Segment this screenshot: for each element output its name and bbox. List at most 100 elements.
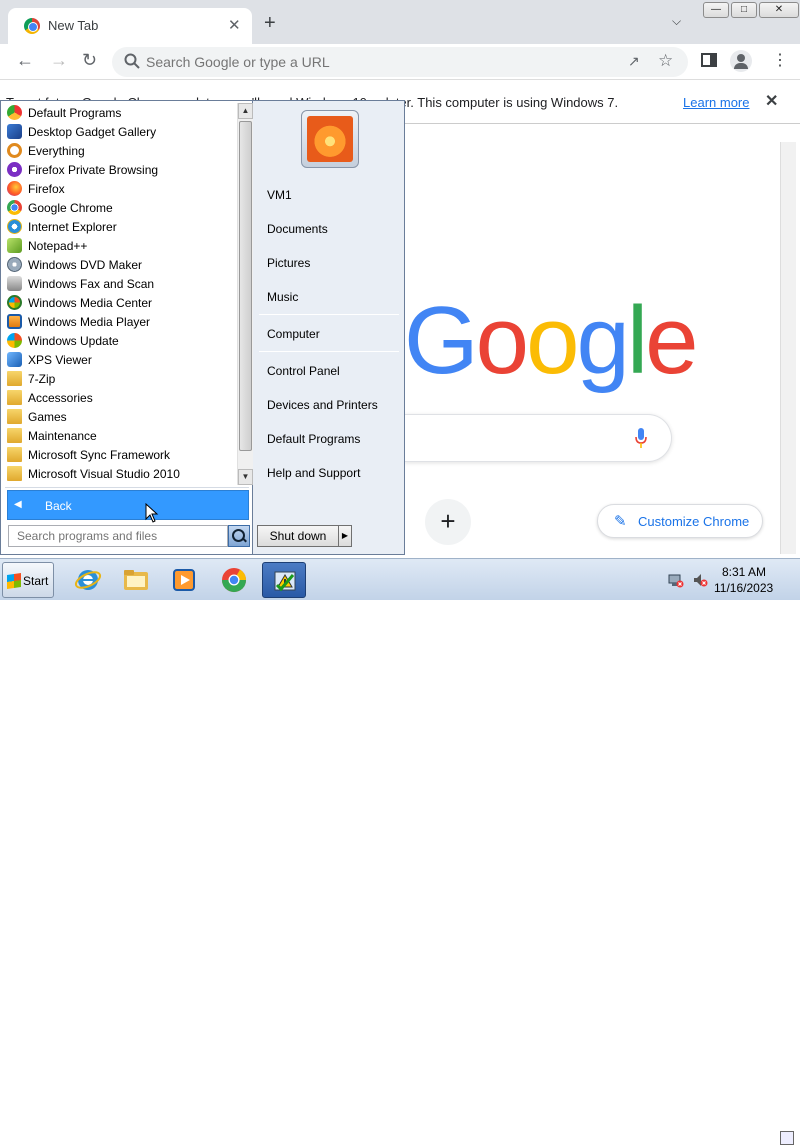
browser-toolbar: ← → ↻ ↗ ☆ ⋮ (0, 44, 800, 80)
bookmark-star-icon[interactable]: ☆ (658, 51, 673, 71)
help-support-link[interactable]: Help and Support (267, 466, 360, 480)
tab-close-icon[interactable]: ✕ (228, 16, 241, 34)
devices-printers-link[interactable]: Devices and Printers (267, 398, 378, 412)
folder-icon (7, 428, 22, 443)
new-tab-button[interactable]: + (264, 12, 276, 35)
shut-down-button[interactable]: Shut down (257, 525, 339, 547)
mouse-cursor-icon (145, 503, 159, 523)
program-item[interactable]: Windows Update (3, 331, 237, 350)
taskbar-media-player[interactable] (162, 562, 206, 598)
tab-search-chevron-icon[interactable]: ⌵ (672, 14, 681, 29)
close-window-button[interactable]: ✕ (759, 2, 799, 18)
program-folder[interactable]: Maintenance (3, 426, 237, 445)
microphone-icon[interactable] (634, 427, 648, 449)
omnibox-input[interactable] (146, 52, 616, 72)
taskbar-active-app[interactable] (262, 562, 306, 598)
tab-new-tab[interactable]: New Tab ✕ (8, 8, 252, 44)
windows-logo-icon (7, 573, 21, 589)
search-button-icon[interactable] (228, 525, 250, 547)
fax-scan-icon (7, 276, 22, 291)
taskbar: Start 8:31 AM 11/16/2023 (0, 558, 800, 1145)
pictures-link[interactable]: Pictures (267, 256, 310, 270)
program-folder[interactable]: Accessories (3, 388, 237, 407)
xps-viewer-icon (7, 352, 22, 367)
folder-icon (7, 447, 22, 462)
folder-icon (7, 409, 22, 424)
taskbar-explorer[interactable] (114, 562, 158, 598)
ie-icon (7, 219, 22, 234)
taskbar-ie[interactable] (66, 562, 110, 598)
pencil-icon: ✎ (614, 513, 627, 530)
search-programs-input[interactable] (8, 525, 228, 547)
program-item[interactable]: Google Chrome (3, 198, 237, 217)
scroll-up-arrow-icon[interactable]: ▲ (238, 103, 253, 119)
network-disconnected-icon[interactable] (668, 572, 684, 588)
taskbar-chrome[interactable] (212, 562, 256, 598)
omnibox[interactable]: ↗ ☆ (112, 47, 688, 77)
learn-more-link[interactable]: Learn more (683, 95, 749, 110)
program-item[interactable]: Windows Media Center (3, 293, 237, 312)
ntp-search-box[interactable] (404, 414, 672, 462)
program-item[interactable]: Notepad++ (3, 236, 237, 255)
clock-date[interactable]: 11/16/2023 (714, 581, 773, 595)
program-folder[interactable]: Games (3, 407, 237, 426)
program-folder[interactable]: Microsoft Sync Framework (3, 445, 237, 464)
program-item[interactable]: Internet Explorer (3, 217, 237, 236)
scroll-down-arrow-icon[interactable]: ▼ (238, 469, 253, 485)
program-item[interactable]: Firefox (3, 179, 237, 198)
program-folder[interactable]: 7-Zip (3, 369, 237, 388)
infobar-close-icon[interactable]: ✕ (765, 91, 778, 111)
program-folder[interactable]: Microsoft Visual Studio 2010 (3, 464, 237, 483)
control-panel-link[interactable]: Control Panel (267, 364, 340, 378)
back-arrow-icon[interactable]: ← (16, 50, 34, 71)
customize-chrome-button[interactable]: ✎ Customize Chrome (597, 504, 763, 538)
chrome-icon (7, 200, 22, 215)
program-item[interactable]: Default Programs (3, 103, 237, 122)
scrollbar-thumb[interactable] (239, 121, 252, 451)
back-button[interactable]: ◀ Back (7, 490, 249, 520)
dvd-maker-icon (7, 257, 22, 272)
side-panel-icon[interactable] (701, 53, 717, 67)
ie-icon (74, 570, 102, 590)
program-item[interactable]: XPS Viewer (3, 350, 237, 369)
computer-link[interactable]: Computer (267, 327, 320, 341)
default-programs-link[interactable]: Default Programs (267, 432, 360, 446)
music-link[interactable]: Music (267, 290, 298, 304)
user-folder-link[interactable]: VM1 (267, 188, 292, 202)
start-button[interactable]: Start (2, 562, 54, 598)
search-icon (124, 53, 140, 69)
tab-strip: New Tab ✕ + ⌵ — □ ✕ (0, 0, 800, 44)
firefox-private-icon (7, 162, 22, 177)
kebab-menu-icon[interactable]: ⋮ (772, 50, 788, 70)
google-logo: Google (404, 287, 699, 394)
minimize-button[interactable]: — (703, 2, 729, 18)
maximize-button[interactable]: □ (731, 2, 757, 18)
show-desktop-button[interactable] (780, 1131, 794, 1145)
program-item[interactable]: Desktop Gadget Gallery (3, 122, 237, 141)
user-picture[interactable] (301, 110, 359, 168)
documents-link[interactable]: Documents (267, 222, 328, 236)
flower-avatar-icon (307, 116, 353, 162)
media-player-icon (7, 314, 22, 329)
folder-explorer-icon (124, 570, 148, 590)
add-shortcut-button[interactable]: + (425, 499, 471, 545)
folder-icon (7, 466, 22, 481)
firefox-icon (7, 181, 22, 196)
folder-icon (7, 390, 22, 405)
program-item[interactable]: Windows Media Player (3, 312, 237, 331)
program-item[interactable]: Everything (3, 141, 237, 160)
program-item[interactable]: Windows Fax and Scan (3, 274, 237, 293)
programs-scrollbar[interactable]: ▲ ▼ (237, 103, 253, 485)
divider (5, 487, 249, 488)
shutdown-options-arrow-icon[interactable]: ▶ (338, 525, 352, 547)
forward-arrow-icon[interactable]: → (50, 50, 68, 71)
share-icon[interactable]: ↗ (628, 53, 640, 70)
page-scrollbar[interactable] (780, 142, 796, 554)
clock-time[interactable]: 8:31 AM (722, 565, 766, 579)
profile-avatar-icon[interactable] (730, 50, 752, 72)
program-item[interactable]: Windows DVD Maker (3, 255, 237, 274)
divider (259, 314, 399, 315)
reload-icon[interactable]: ↻ (82, 50, 97, 71)
volume-muted-icon[interactable] (692, 572, 708, 588)
program-item[interactable]: Firefox Private Browsing (3, 160, 237, 179)
